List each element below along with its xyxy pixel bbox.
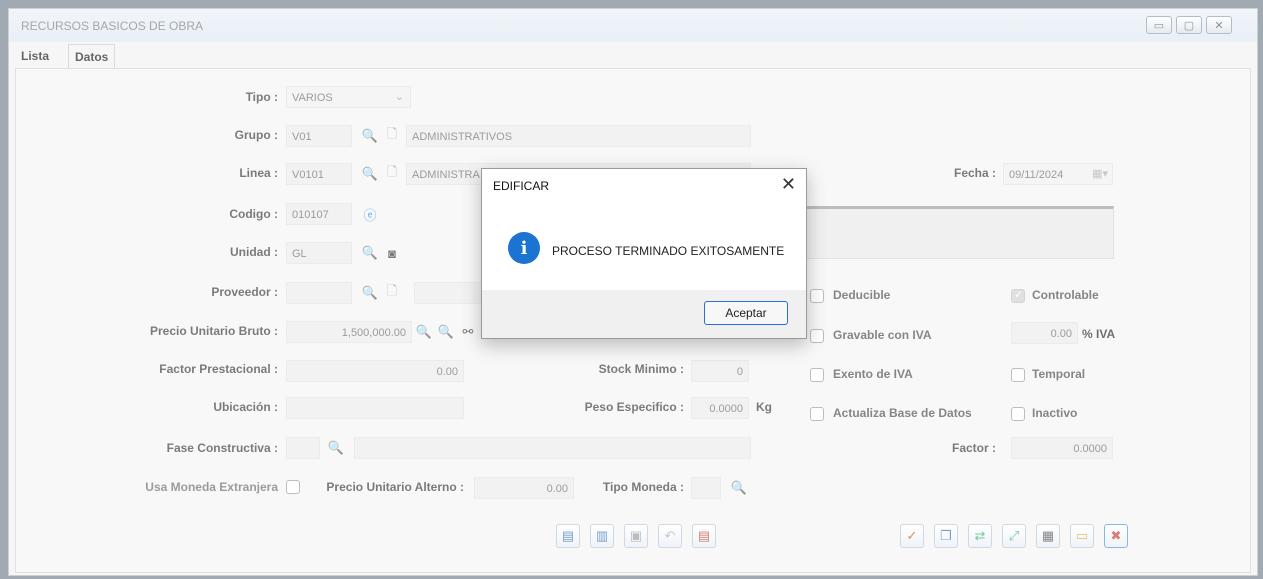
info-icon: i	[508, 232, 540, 264]
dialog-message: PROCESO TERMINADO EXITOSAMENTE	[552, 244, 785, 258]
dialog-title: EDIFICAR	[493, 179, 550, 193]
accept-button[interactable]: Aceptar	[704, 301, 788, 325]
dialog-footer: Aceptar	[482, 290, 806, 338]
dialog-close-icon[interactable]: ✕	[781, 174, 796, 195]
message-dialog: EDIFICAR ✕ i PROCESO TERMINADO EXITOSAME…	[481, 168, 807, 339]
